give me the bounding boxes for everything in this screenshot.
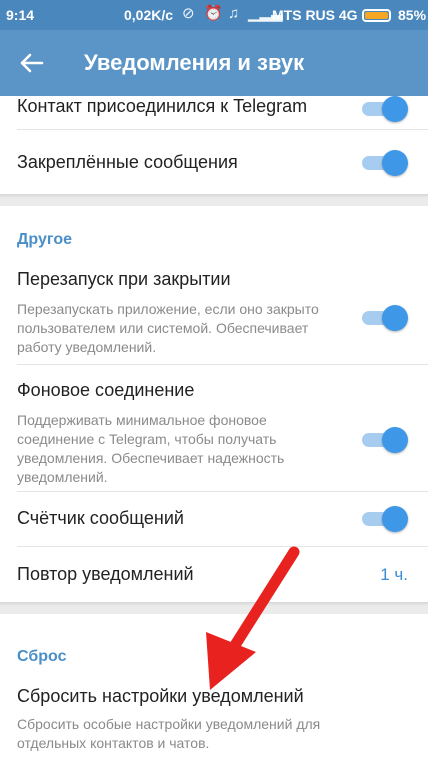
restart-on-close-description: Перезапускать приложение, если оно закры… [17, 301, 319, 355]
background-connection-description: Поддерживать минимальное фоновое соедине… [17, 412, 285, 485]
restart-on-close-row[interactable]: Перезапуск при закрытии Перезапускать пр… [0, 256, 428, 364]
pinned-messages-toggle[interactable] [362, 150, 408, 176]
network-speed: 0,02K/c [124, 7, 174, 23]
background-connection-label: Фоновое соединение [17, 380, 195, 400]
repeat-notifications-value: 1 ч. [380, 565, 408, 584]
page-title: Уведомления и звук [84, 50, 305, 75]
restart-on-close-toggle[interactable] [362, 305, 408, 331]
carrier-name: MTS RUS 4G [272, 7, 358, 23]
status-bar: 9:14 0,02K/c ⊘ ⏰ ♫ ▁▂▃ MTS RUS 4G 85% [0, 0, 428, 30]
contact-joined-label: Контакт присоединился к Telegram [17, 96, 308, 116]
alarm-icon: ⏰ [204, 5, 223, 22]
section-header-reset: Сброс [17, 648, 67, 665]
battery-percent: 85% [398, 7, 427, 23]
battery-fill [365, 12, 388, 19]
battery-icon [362, 9, 391, 22]
background-connection-row[interactable]: Фоновое соединение Поддерживать минималь… [0, 365, 428, 491]
repeat-notifications-label: Повтор уведомлений [17, 564, 194, 584]
reset-section: Сброс Сбросить настройки уведомлений Сбр… [0, 614, 428, 768]
section-shadow [0, 194, 428, 198]
contact-joined-toggle[interactable] [362, 96, 408, 122]
contact-joined-row[interactable]: Контакт присоединился к Telegram [0, 96, 428, 128]
restart-on-close-label: Перезапуск при закрытии [17, 269, 231, 289]
badge-counter-row[interactable]: Счётчик сообщений [0, 492, 428, 546]
badge-counter-label: Счётчик сообщений [17, 508, 184, 528]
pinned-messages-label: Закреплённые сообщения [17, 152, 238, 172]
section-shadow [0, 602, 428, 606]
section-header-other: Другое [17, 231, 72, 248]
pinned-messages-row[interactable]: Закреплённые сообщения [0, 130, 428, 194]
app-bar: Уведомления и звук [0, 30, 428, 96]
settings-list: Контакт присоединился к Telegram Закрепл… [0, 96, 428, 768]
background-connection-toggle[interactable] [362, 427, 408, 453]
events-section: Контакт присоединился к Telegram Закрепл… [0, 96, 428, 194]
reset-notifications-row[interactable]: Сбросить настройки уведомлений Сбросить … [0, 674, 428, 768]
reset-notifications-label: Сбросить настройки уведомлений [17, 686, 304, 706]
status-time: 9:14 [6, 7, 35, 23]
repeat-notifications-row[interactable]: Повтор уведомлений 1 ч. [0, 547, 428, 602]
arrow-left-icon [20, 53, 44, 73]
badge-counter-toggle[interactable] [362, 506, 408, 532]
other-section: Другое Перезапуск при закрытии Перезапус… [0, 206, 428, 602]
silent-icon: ♫ [228, 5, 240, 22]
sync-off-icon: ⊘ [182, 5, 195, 22]
back-button[interactable] [12, 42, 54, 84]
reset-notifications-description: Сбросить особые настройки уведомлений дл… [17, 716, 321, 751]
